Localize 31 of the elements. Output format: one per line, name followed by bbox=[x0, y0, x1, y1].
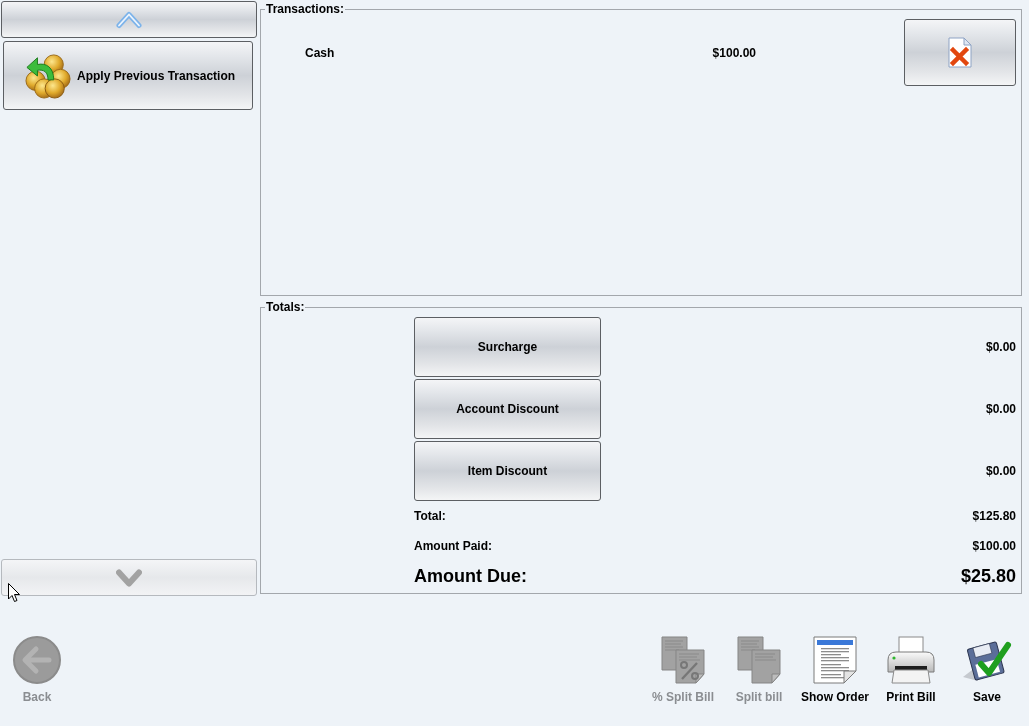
toolbar-button[interactable]: Show Order bbox=[797, 636, 873, 704]
document-icon bbox=[812, 636, 858, 684]
toolbar-button[interactable]: Print Bill bbox=[873, 636, 949, 704]
summary-label: Total: bbox=[414, 508, 446, 525]
delete-transaction-button[interactable] bbox=[904, 19, 1016, 86]
percent-pages-icon bbox=[659, 636, 707, 684]
summary-amount-text: $25.80 bbox=[960, 564, 1016, 588]
document-delete-icon bbox=[948, 37, 972, 68]
panel-title: Totals: bbox=[265, 300, 306, 314]
adjustment-amount-text: $0.00 bbox=[985, 401, 1016, 418]
coins-with-arrow-icon bbox=[25, 52, 71, 99]
adjustment-amount-text: $0.00 bbox=[985, 463, 1016, 480]
scroll-up-button[interactable] bbox=[1, 1, 257, 38]
summary-amount-text: $100.00 bbox=[972, 538, 1016, 555]
adjustment-button[interactable]: Account Discount bbox=[414, 379, 601, 439]
adjustment-button[interactable]: Surcharge bbox=[414, 317, 601, 377]
printer-icon bbox=[886, 636, 936, 684]
adjustment-button[interactable]: Item Discount bbox=[414, 441, 601, 501]
adjustment-amount-text: $0.00 bbox=[985, 339, 1016, 356]
panel-title: Transactions: bbox=[265, 2, 346, 16]
payment-amount-text: $100.00 bbox=[711, 45, 756, 62]
toolbar-button[interactable]: Save bbox=[949, 636, 1025, 704]
chevron-down-icon bbox=[116, 568, 142, 587]
payment-method-text: Cash bbox=[305, 45, 336, 62]
summary-label: Amount Paid: bbox=[414, 538, 492, 555]
summary-label: Amount Due: bbox=[414, 564, 527, 588]
stacked-pages-icon bbox=[735, 636, 783, 684]
chevron-up-icon bbox=[116, 10, 142, 29]
mouse-pointer-icon bbox=[8, 583, 20, 602]
apply-previous-transaction-button[interactable]: Apply Previous Transaction bbox=[3, 41, 253, 110]
summary-amount-text: $125.80 bbox=[972, 508, 1016, 525]
